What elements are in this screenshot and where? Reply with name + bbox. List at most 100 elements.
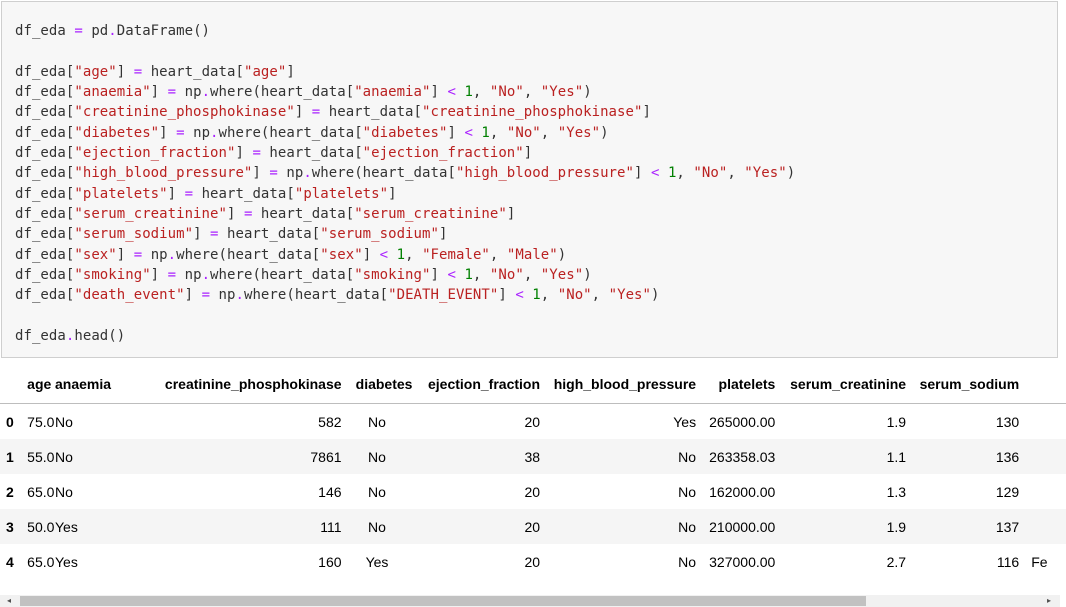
code-token: df_eda[ [15,63,75,80]
cell-creatinine-phosphokinase: 7861 [310,448,342,465]
dataframe-table: age anaemia creatinine_phosphokinase dia… [0,365,1066,579]
code-token: np [277,165,304,182]
cell-serum-creatinine: 1.1 [886,448,907,465]
cell-overflow [1019,509,1066,544]
code-cell[interactable]: df_eda = pd.DataFrame() df_eda["age"] = … [1,1,1058,358]
code-token: ] [116,63,134,80]
code-token: df_eda[ [15,185,75,202]
code-token: ] [498,287,516,304]
code-line: df_eda["sex"] = np.where(heart_data["sex… [15,245,795,265]
code-token: ] [388,185,397,202]
output-area: age anaemia creatinine_phosphokinase dia… [0,365,1066,607]
table-row: 4 65.0 Yes 160 Yes 20 No 327000.00 2.7 116 Fe [0,544,1066,579]
code-line: df_eda.head() [15,326,795,346]
code-token: ) [651,287,660,304]
code-token: "anaemia" [74,84,151,101]
column-header-creatinine-phosphokinase: creatinine_phosphokinase [149,365,342,404]
cell-ejection-fraction: 20 [524,413,541,430]
code-token: ] [184,287,202,304]
column-header-platelets: platelets [696,365,776,404]
code-line: df_eda["serum_creatinine"] = heart_data[… [15,204,795,224]
code-editor[interactable]: df_eda = pd.DataFrame() df_eda["age"] = … [15,21,795,347]
cell-platelets: 263358.03 [709,448,776,465]
code-token: df_eda[ [15,287,75,304]
code-token: ] [430,84,448,101]
code-token: head() [74,328,126,345]
cell-ejection-fraction: 20 [524,553,541,570]
cell-serum-creatinine: 2.7 [886,553,907,570]
code-token: "Yes" [557,124,601,141]
code-token: ] [116,246,134,263]
code-token: ] [235,145,253,162]
code-token: = [269,165,278,182]
code-token: heart_data[ [142,63,244,80]
cell-high-blood-pressure: No [678,518,697,535]
code-token: 1 [396,246,406,263]
code-token: ] [294,104,312,121]
scroll-left-arrow-icon[interactable]: ◂ [2,595,16,607]
row-index: 4 [6,553,14,570]
scrollbar-thumb[interactable] [20,596,866,606]
code-line: df_eda["ejection_fraction"] = heart_data… [15,143,795,163]
cell-high-blood-pressure: No [678,553,697,570]
cell-diabetes: Yes [365,553,389,570]
code-token: ] [362,246,380,263]
cell-age: 50.0 [27,518,55,535]
horizontal-scrollbar[interactable]: ◂ ▸ [0,595,1060,607]
code-token: ] [193,226,211,243]
code-token: df_eda [15,23,75,39]
code-token: ] [150,267,168,284]
code-token: np [184,124,211,141]
code-token: , [676,165,694,182]
cell-age: 65.0 [27,483,55,500]
cell-high-blood-pressure: Yes [673,413,697,430]
code-token: , [472,267,490,284]
cell-platelets: 162000.00 [709,483,776,500]
code-token: . [303,165,312,182]
code-token: ] [159,124,177,141]
cell-serum-creatinine: 1.9 [886,413,907,430]
code-token: . [201,84,211,101]
code-token: "DEATH_EVENT" [388,287,499,304]
code-token: "ejection_fraction" [74,145,236,162]
code-token: . [235,287,244,304]
code-token: ) [557,246,567,263]
cell-ejection-fraction: 38 [524,448,541,465]
code-token: where(heart_data[ [210,267,355,284]
code-token: df_eda[ [15,145,75,162]
code-token: "No" [489,267,524,284]
column-header-anaemia: anaemia [54,365,150,404]
table-header-row: age anaemia creatinine_phosphokinase dia… [0,365,1066,404]
code-line: df_eda["diabetes"] = np.where(heart_data… [15,123,795,143]
code-line: df_eda["smoking"] = np.where(heart_data[… [15,265,795,285]
code-token: "age" [74,63,117,80]
code-token: < [379,246,389,263]
scroll-right-arrow-icon[interactable]: ▸ [1042,595,1056,607]
code-token: "high_blood_pressure" [455,165,634,182]
code-line: df_eda["creatinine_phosphokinase"] = hea… [15,102,795,122]
column-header-overflow [1019,365,1066,404]
code-token: "No" [506,124,541,141]
cell-serum-sodium: 136 [995,448,1020,465]
row-index: 3 [6,518,14,535]
code-token: DataFrame() [116,23,211,39]
cell-age: 75.0 [27,413,55,430]
cell-age: 55.0 [27,448,55,465]
code-line: df_eda["serum_sodium"] = heart_data["ser… [15,224,795,244]
cell-anaemia: Yes [54,553,78,570]
code-token: where(heart_data[ [218,124,363,141]
column-header-serum-creatinine: serum_creatinine [775,365,907,404]
cell-creatinine-phosphokinase: 146 [318,483,342,500]
code-token: = [176,124,185,141]
code-token: "serum_sodium" [320,226,439,243]
code-token: heart_data[ [252,206,355,223]
cell-platelets: 327000.00 [709,553,776,570]
code-token: "Yes" [540,84,584,101]
cell-serum-sodium: 129 [995,483,1020,500]
index-header [0,365,28,404]
cell-creatinine-phosphokinase: 582 [318,413,342,430]
code-token: ] [252,165,270,182]
